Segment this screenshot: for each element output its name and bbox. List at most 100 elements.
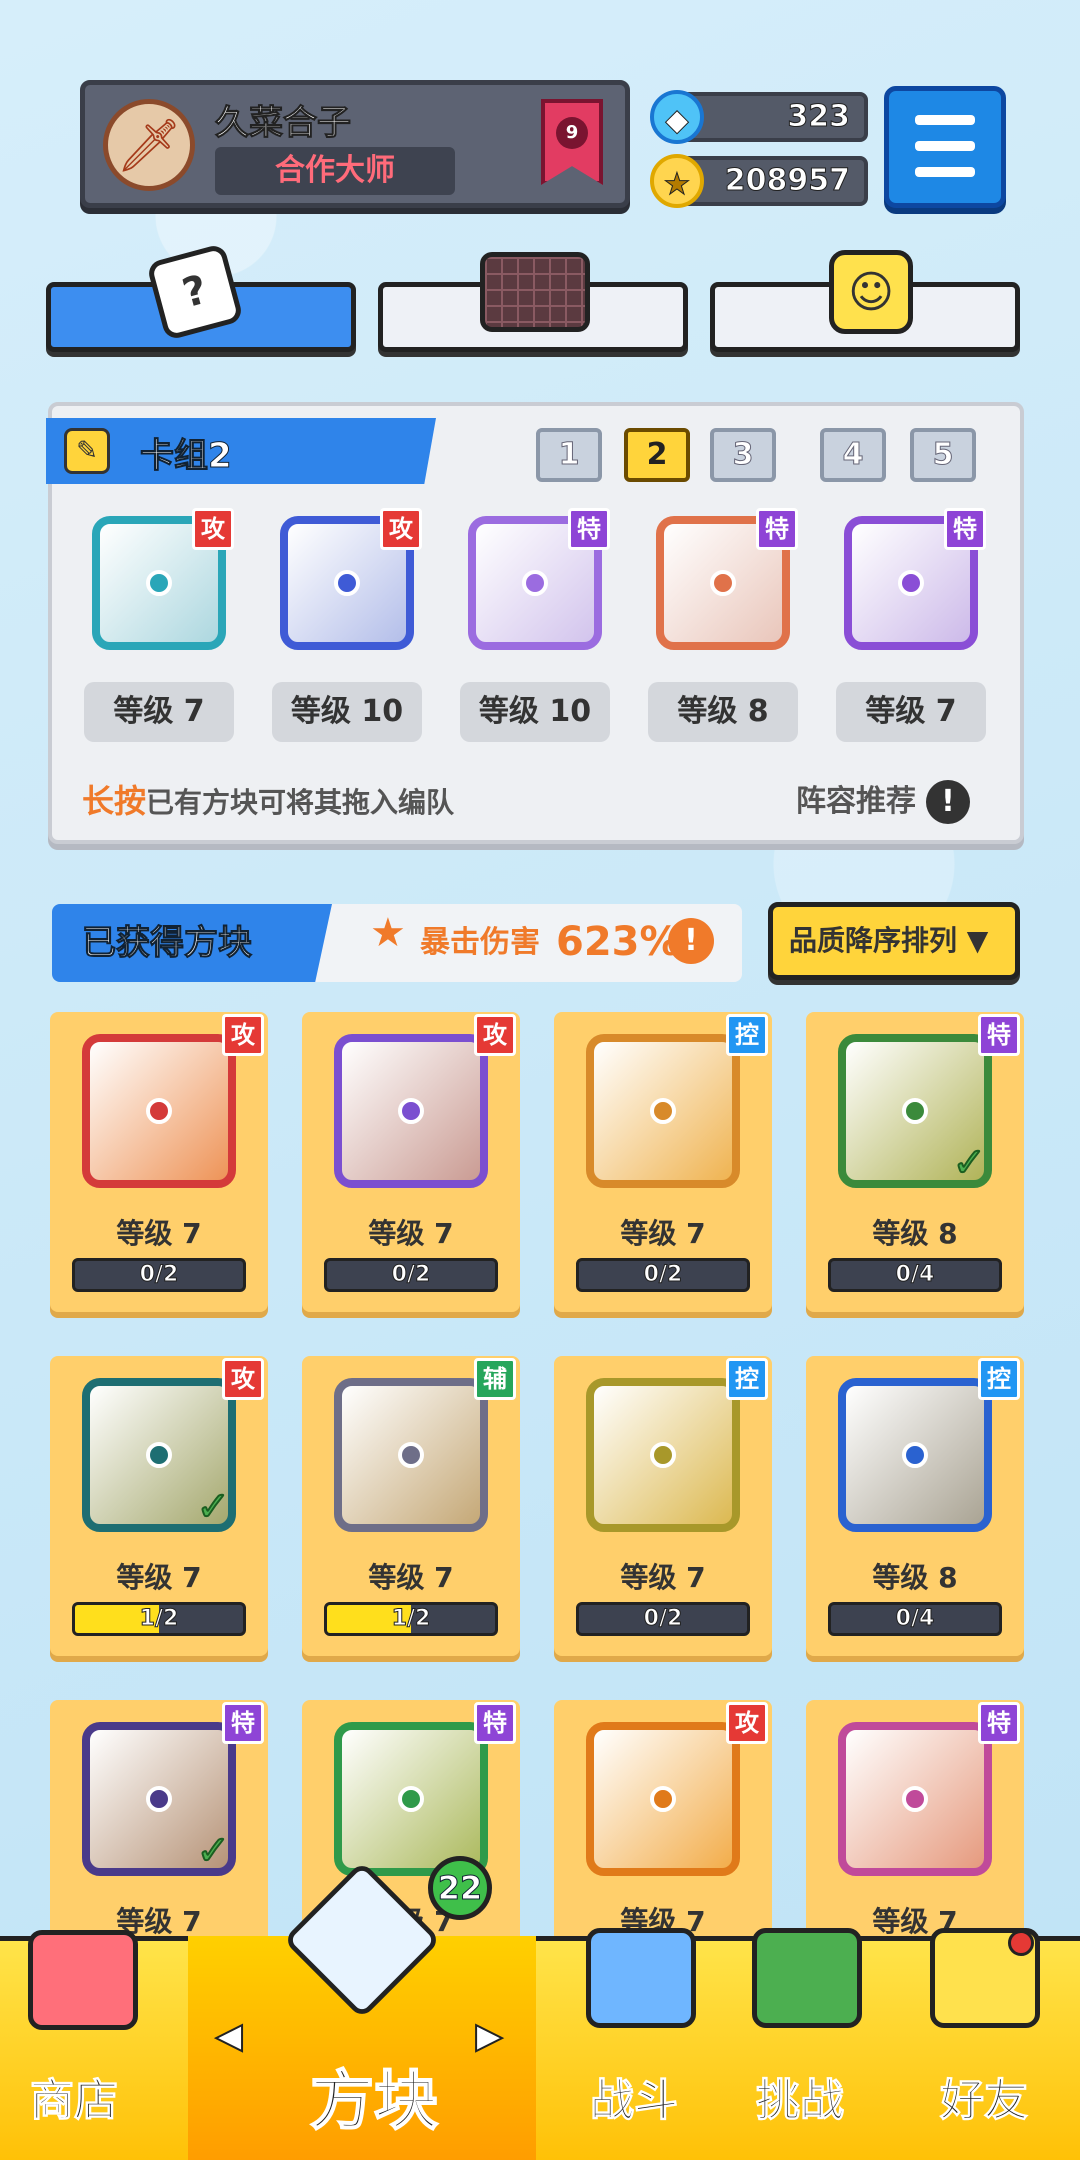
upgrade-progress: 1/2 bbox=[72, 1602, 246, 1636]
block-frame bbox=[838, 1378, 992, 1532]
upgrade-progress: 0/2 bbox=[576, 1258, 750, 1292]
block-level: 等级 8 bbox=[872, 1561, 958, 1594]
blocks-count-badge: 22 bbox=[428, 1856, 492, 1920]
block-art: ✓ bbox=[74, 1714, 244, 1884]
block-art bbox=[578, 1714, 748, 1884]
block-level: 等级 7 bbox=[620, 1217, 706, 1250]
progress-text: 0/2 bbox=[643, 1262, 683, 1288]
block-art bbox=[830, 1714, 1000, 1884]
arrow-right-icon[interactable]: ▶ bbox=[475, 2015, 503, 2057]
deck-card[interactable]: 特 bbox=[648, 508, 798, 658]
deck-slot-5[interactable]: 5 bbox=[910, 428, 976, 482]
owned-block-card[interactable]: ✓ 特等级 8 0/4 bbox=[806, 1012, 1024, 1312]
deck-slot-3[interactable]: 3 bbox=[710, 428, 776, 482]
player-title: 合作大师 bbox=[215, 147, 455, 195]
block-level: 等级 7 bbox=[620, 1561, 706, 1594]
in-deck-check-icon: ✓ bbox=[195, 1483, 230, 1531]
upgrade-progress: 0/4 bbox=[828, 1602, 1002, 1636]
deck-title: 卡组2 bbox=[140, 436, 233, 477]
owned-block-card[interactable]: 辅等级 7 1/2 bbox=[302, 1356, 520, 1656]
block-core bbox=[398, 1442, 424, 1468]
type-tag: 控 bbox=[978, 1358, 1020, 1400]
coin-counter[interactable]: ★ 208957 bbox=[650, 154, 868, 208]
sort-dropdown[interactable]: 品质降序排列 ▼ bbox=[768, 902, 1020, 980]
progress-text: 0/4 bbox=[895, 1262, 935, 1288]
deck-card[interactable]: 特 bbox=[460, 508, 610, 658]
deck-slot-1[interactable]: 1 bbox=[536, 428, 602, 482]
block-art bbox=[578, 1026, 748, 1196]
type-tag: 控 bbox=[726, 1358, 768, 1400]
type-tag: 攻 bbox=[222, 1358, 264, 1400]
board-icon[interactable] bbox=[480, 242, 590, 342]
block-frame bbox=[334, 1722, 488, 1876]
arrow-left-icon[interactable]: ◀ bbox=[215, 2015, 243, 2057]
block-core bbox=[902, 1442, 928, 1468]
crit-value: 623% bbox=[556, 919, 680, 965]
owned-block-card[interactable]: 控等级 8 0/4 bbox=[806, 1356, 1024, 1656]
menu-icon-line bbox=[915, 115, 975, 125]
profile-panel[interactable]: 🗡 久菜合子 合作大师 9 bbox=[80, 80, 630, 208]
deck-slot-4[interactable]: 4 bbox=[820, 428, 886, 482]
crit-star-icon: ★ bbox=[370, 910, 406, 956]
shop-icon[interactable] bbox=[28, 1930, 138, 2030]
in-deck-check-icon: ✓ bbox=[951, 1139, 986, 1187]
challenge-icon[interactable] bbox=[752, 1928, 862, 2028]
progress-text: 1/2 bbox=[391, 1606, 431, 1632]
owned-block-card[interactable]: 攻等级 7 0/2 bbox=[50, 1012, 268, 1312]
info-icon: ! bbox=[926, 780, 970, 824]
block-level: 等级 7 bbox=[368, 1217, 454, 1250]
crit-info-icon[interactable]: ! bbox=[668, 918, 714, 964]
block-frame bbox=[334, 1378, 488, 1532]
deck-card[interactable]: 特 bbox=[836, 508, 986, 658]
gem-counter[interactable]: ◆ 323 bbox=[650, 90, 868, 144]
progress-text: 0/4 bbox=[895, 1606, 935, 1632]
block-art bbox=[830, 1370, 1000, 1540]
coin-amount: 208957 bbox=[724, 163, 850, 199]
deck-slot-2[interactable]: 2 bbox=[624, 428, 690, 482]
nav-blocks[interactable]: 方块 bbox=[309, 2050, 439, 2142]
deck-card-level: 等级 10 bbox=[460, 682, 610, 742]
dice-icon[interactable]: ? bbox=[140, 242, 250, 342]
progress-text: 0/2 bbox=[643, 1606, 683, 1632]
hint-text: 已有方块可将其拖入编队 bbox=[146, 786, 455, 819]
smile-face-icon[interactable]: ☺ bbox=[816, 242, 926, 342]
deck-card[interactable]: 攻 bbox=[84, 508, 234, 658]
avatar-sword-icon[interactable]: 🗡 bbox=[103, 99, 195, 191]
menu-button[interactable] bbox=[884, 86, 1006, 208]
block-core bbox=[398, 1786, 424, 1812]
deck-header[interactable]: ✎ 卡组2 bbox=[46, 418, 436, 484]
menu-icon-line bbox=[915, 141, 975, 151]
owned-block-card[interactable]: 攻等级 7 0/2 bbox=[302, 1012, 520, 1312]
block-core bbox=[650, 1786, 676, 1812]
nav-battle[interactable]: 战斗 bbox=[590, 2064, 679, 2128]
block-core bbox=[146, 1786, 172, 1812]
block-core bbox=[398, 1098, 424, 1124]
block-frame bbox=[82, 1034, 236, 1188]
block-core bbox=[902, 1098, 928, 1124]
block-frame bbox=[586, 1034, 740, 1188]
nav-friends[interactable]: 好友 bbox=[940, 2064, 1029, 2128]
lineup-recommend-button[interactable]: 阵容推荐! bbox=[796, 776, 970, 824]
bottom-nav bbox=[0, 1936, 1080, 2160]
nav-challenge[interactable]: 挑战 bbox=[756, 2064, 845, 2128]
owned-block-card[interactable]: ✓ 攻等级 7 1/2 bbox=[50, 1356, 268, 1656]
upgrade-progress: 0/4 bbox=[828, 1258, 1002, 1292]
owned-block-card[interactable]: 控等级 7 0/2 bbox=[554, 1012, 772, 1312]
owned-block-card[interactable]: 控等级 7 0/2 bbox=[554, 1356, 772, 1656]
type-tag: 特 bbox=[568, 508, 610, 550]
progress-text: 0/2 bbox=[391, 1262, 431, 1288]
block-core bbox=[146, 570, 172, 596]
block-art: ✓ bbox=[830, 1026, 1000, 1196]
block-core bbox=[902, 1786, 928, 1812]
nav-shop[interactable]: 商店 bbox=[30, 2064, 119, 2128]
rank-badge[interactable]: 9 bbox=[541, 99, 603, 185]
drag-hint: 长按已有方块可将其拖入编队 bbox=[82, 776, 454, 822]
block-core bbox=[650, 1442, 676, 1468]
in-deck-check-icon: ✓ bbox=[195, 1827, 230, 1875]
deck-card[interactable]: 攻 bbox=[272, 508, 422, 658]
block-core bbox=[146, 1098, 172, 1124]
type-tag: 攻 bbox=[726, 1702, 768, 1744]
pencil-icon[interactable]: ✎ bbox=[64, 428, 110, 474]
block-level: 等级 7 bbox=[368, 1561, 454, 1594]
battle-icon[interactable] bbox=[586, 1928, 696, 2028]
